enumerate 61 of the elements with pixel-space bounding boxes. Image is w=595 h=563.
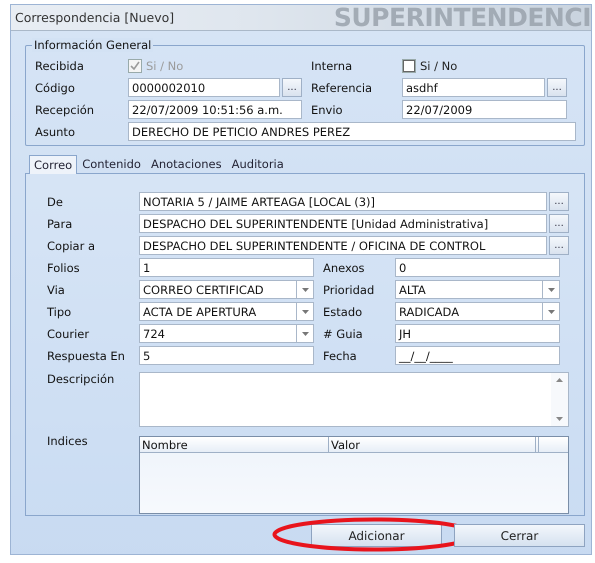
input-field[interactable]: JH xyxy=(395,324,560,343)
input-field[interactable]: 1 xyxy=(139,258,314,277)
browse-button[interactable]: ... xyxy=(549,192,569,211)
tab[interactable]: Auditoria xyxy=(226,155,289,173)
input-field[interactable]: __/__/____ xyxy=(395,346,560,365)
tab[interactable]: Contenido xyxy=(77,155,146,173)
checkbox-label: Si / No xyxy=(146,58,184,72)
field-label: Tipo xyxy=(47,304,72,318)
field-label: Fecha xyxy=(323,348,358,362)
field-label: Folios xyxy=(47,260,81,274)
browse-button[interactable]: ... xyxy=(549,236,569,255)
scroll-down-icon[interactable] xyxy=(556,417,563,421)
field-label: Interna xyxy=(311,58,354,72)
input-field[interactable]: 0000002010 xyxy=(128,78,280,97)
window-title: Correspondencia [Nuevo] xyxy=(15,10,174,25)
field-label: Copiar a xyxy=(47,238,96,252)
field-label: Descripción xyxy=(47,371,116,386)
input-field[interactable]: NOTARIA 5 / JAIME ARTEAGA [LOCAL (3)] xyxy=(139,192,547,211)
tab[interactable]: Correo xyxy=(29,155,78,174)
field-label: Via xyxy=(47,282,66,296)
add-button[interactable]: Adicionar xyxy=(311,524,442,547)
field-label: Para xyxy=(47,216,74,230)
checkbox-label: Si / No xyxy=(420,58,458,72)
field-label: Anexos xyxy=(323,260,366,274)
field-label: Indices xyxy=(47,433,89,448)
column-header[interactable]: Nombre xyxy=(140,437,329,452)
browse-button[interactable]: ... xyxy=(282,78,302,97)
input-field[interactable]: 5 xyxy=(139,346,314,365)
field-label: Prioridad xyxy=(323,282,376,296)
column-header[interactable]: Valor xyxy=(329,437,536,452)
tab[interactable]: Anotaciones xyxy=(146,155,227,173)
field-label: De xyxy=(47,194,64,208)
field-label: Recibida xyxy=(35,58,85,72)
field-label: Recepción xyxy=(35,102,96,116)
field-label: Asunto xyxy=(35,124,76,138)
caret-icon xyxy=(302,288,308,292)
text-area[interactable] xyxy=(139,372,569,427)
scroll-up-icon[interactable] xyxy=(556,378,563,382)
input-field[interactable]: 22/07/2009 xyxy=(402,100,567,119)
input-field[interactable]: asdhf xyxy=(402,78,545,97)
field-label: Referencia xyxy=(311,80,374,94)
field-label: Envio xyxy=(311,102,344,116)
caret-icon xyxy=(548,288,554,292)
input-field[interactable]: DESPACHO DEL SUPERINTENDENTE [Unidad Administrativa] xyxy=(139,214,547,233)
field-label: # Guia xyxy=(323,326,364,340)
caret-icon xyxy=(302,310,308,314)
group-title: Información General xyxy=(32,38,154,52)
input-field[interactable]: 0 xyxy=(395,258,560,277)
browse-button[interactable]: ... xyxy=(547,78,567,97)
input-field[interactable]: DERECHO DE PETICIO ANDRES PEREZ xyxy=(128,122,576,141)
field-label: Courier xyxy=(47,326,90,340)
browse-button[interactable]: ... xyxy=(549,214,569,233)
field-label: Código xyxy=(35,80,76,94)
field-label: Respuesta En xyxy=(47,348,126,362)
caret-icon xyxy=(548,310,554,314)
close-button[interactable]: Cerrar xyxy=(454,524,585,547)
field-label: Estado xyxy=(323,304,364,318)
caret-icon xyxy=(302,332,308,336)
checkbox[interactable] xyxy=(402,58,416,72)
input-field[interactable]: 22/07/2009 10:51:56 a.m. xyxy=(128,100,302,119)
input-field[interactable]: DESPACHO DEL SUPERINTENDENTE / OFICINA DE CONTROL xyxy=(139,236,547,255)
